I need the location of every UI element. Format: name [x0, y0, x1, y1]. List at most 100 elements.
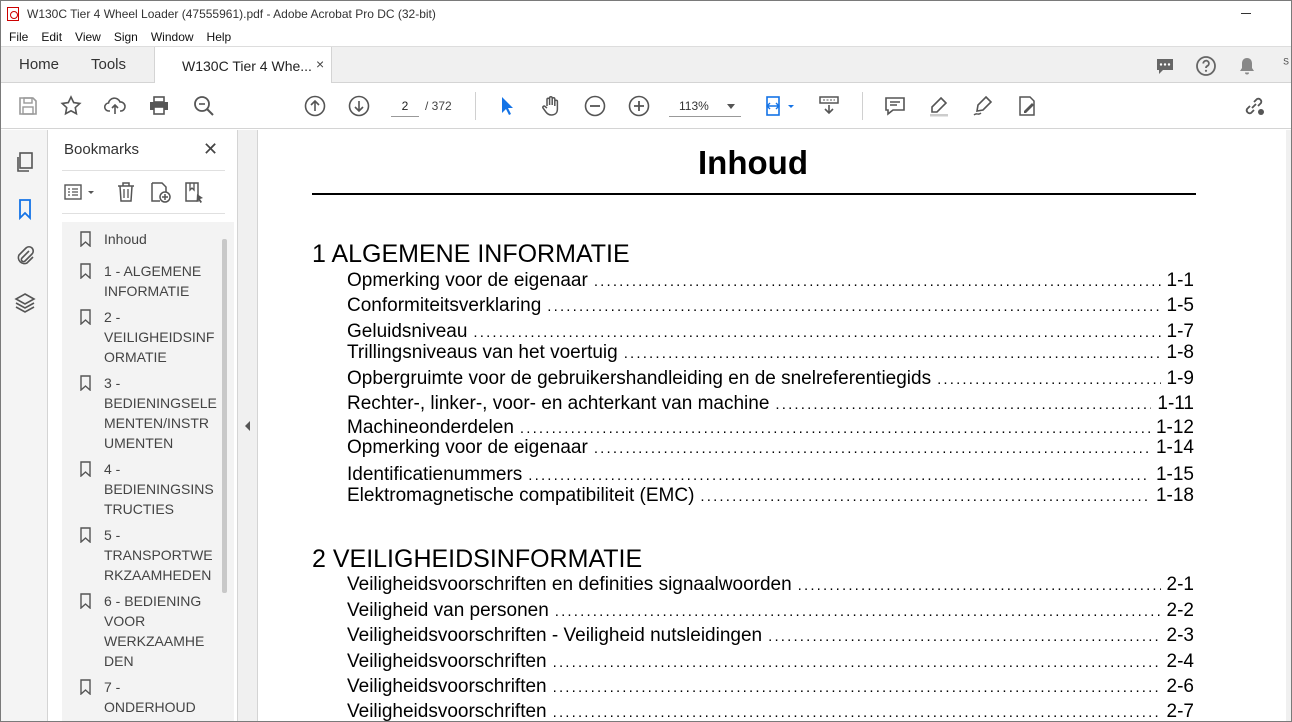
toc-entry-page: 1-18	[1155, 485, 1194, 506]
bookmark-label: 2 - VEILIGHEIDSINF ORMATIE	[104, 309, 215, 365]
bookmark-label: Inhoud	[104, 231, 147, 247]
toc-entry-page: 1-11	[1157, 393, 1194, 414]
tab-tools[interactable]: Tools	[91, 47, 126, 83]
toc-entry[interactable]: Rechter-, linker-, voor- en achterkant v…	[347, 393, 1194, 415]
menu-sign[interactable]: Sign	[114, 30, 138, 44]
bookmark-label: 6 - BEDIENING VOOR WERKZAAMHE DEN	[104, 593, 205, 669]
next-page-icon[interactable]	[347, 94, 371, 118]
toc-entry-title: Elektromagnetische compatibiliteit (EMC)	[347, 485, 695, 506]
star-bookmark-icon[interactable]	[59, 94, 83, 118]
toc-entry-title: Veiligheidsvoorschriften	[347, 651, 547, 672]
bookmarks-panel-icon[interactable]	[13, 197, 37, 221]
toc-entry-page: 2-7	[1166, 701, 1194, 722]
tab-close-button[interactable]: ×	[316, 56, 324, 72]
bookmark-label: 4 - BEDIENINGSINS TRUCTIES	[104, 461, 214, 517]
zoom-level-value: 113%	[679, 99, 709, 113]
sign-in-icon[interactable]: S	[1281, 55, 1291, 77]
toc-entry[interactable]: Machineonderdelen 1-12	[347, 417, 1194, 439]
toc-entry-title: Opbergruimte voor de gebruikershandleidi…	[347, 368, 932, 389]
zoom-in-icon[interactable]	[627, 94, 651, 118]
notifications-bell-icon[interactable]	[1236, 55, 1258, 77]
toc-leader-dots	[594, 437, 1150, 459]
toc-entry[interactable]: Veiligheid van personen 2-2	[347, 600, 1194, 622]
upload-share-icon[interactable]	[103, 94, 127, 118]
tab-bar: Home Tools W130C Tier 4 Whe... × S	[1, 46, 1291, 84]
collapse-arrow-icon	[245, 421, 250, 431]
page-fit-icon[interactable]	[763, 94, 797, 118]
zoom-out-icon[interactable]	[583, 94, 607, 118]
toc-entry[interactable]: Elektromagnetische compatibiliteit (EMC)…	[347, 485, 1194, 507]
toc-entry-title: Veiligheidsvoorschriften	[347, 701, 547, 722]
toc-leader-dots	[594, 270, 1161, 292]
bookmark-options-icon[interactable]	[62, 180, 98, 204]
toc-entry[interactable]: Veiligheidsvoorschriften 2-4	[347, 651, 1194, 673]
toc-entry[interactable]: Veiligheidsvoorschriften en definities s…	[347, 574, 1194, 596]
select-cursor-icon[interactable]	[495, 94, 519, 118]
bookmark-label: 7 - ONDERHOUD	[104, 679, 196, 715]
tab-home[interactable]: Home	[19, 47, 59, 83]
bookmark-ribbon-icon	[80, 375, 91, 391]
fill-sign-icon[interactable]	[1015, 94, 1039, 118]
toc-entry[interactable]: Conformiteitsverklaring 1-5	[347, 295, 1194, 317]
toc-entry[interactable]: Trillingsniveaus van het voertuig 1-8	[347, 342, 1194, 364]
bookmark-ribbon-icon	[80, 263, 91, 279]
previous-page-icon[interactable]	[303, 94, 327, 118]
title-rule	[312, 193, 1196, 195]
acrobat-app-icon	[7, 7, 19, 21]
menu-window[interactable]: Window	[151, 30, 194, 44]
find-bookmark-icon[interactable]	[182, 180, 206, 204]
toc-entry[interactable]: Opbergruimte voor de gebruikershandleidi…	[347, 368, 1194, 390]
toc-entry-page: 1-12	[1155, 417, 1194, 438]
bookmarks-scrollbar[interactable]	[222, 239, 227, 593]
toc-entry-page: 2-1	[1166, 574, 1194, 595]
draw-signature-icon[interactable]	[971, 94, 995, 118]
hand-tool-icon[interactable]	[539, 94, 563, 118]
toolbar-divider	[862, 92, 863, 120]
print-icon[interactable]	[147, 94, 171, 118]
zoom-search-icon[interactable]	[192, 94, 216, 118]
menu-help[interactable]: Help	[207, 30, 232, 44]
save-icon[interactable]	[16, 94, 40, 118]
menu-file[interactable]: File	[9, 30, 28, 44]
toc-entry-title: Veiligheid van personen	[347, 600, 549, 621]
highlight-pen-icon[interactable]	[927, 94, 951, 118]
comment-bubble-icon[interactable]	[1154, 55, 1176, 77]
toc-leader-dots	[775, 393, 1151, 415]
bookmark-ribbon-icon	[80, 461, 91, 477]
page-number-input[interactable]	[391, 95, 419, 117]
new-bookmark-icon[interactable]	[148, 180, 172, 204]
tab-document[interactable]: W130C Tier 4 Whe... ×	[154, 47, 332, 84]
toc-entry[interactable]: Opmerking voor de eigenaar 1-14	[347, 437, 1194, 459]
toc-entry[interactable]: Veiligheidsvoorschriften - Veiligheid nu…	[347, 625, 1194, 647]
document-scrollbar[interactable]	[1286, 130, 1291, 721]
menu-edit[interactable]: Edit	[41, 30, 62, 44]
attachments-paperclip-icon[interactable]	[13, 244, 37, 268]
toc-entry[interactable]: Veiligheidsvoorschriften 2-6	[347, 676, 1194, 698]
close-bookmarks-button[interactable]: ✕	[203, 139, 218, 160]
toc-entry[interactable]: Geluidsniveau 1-7	[347, 321, 1194, 343]
zoom-level-dropdown[interactable]: 113%	[669, 95, 741, 117]
menu-view[interactable]: View	[75, 30, 101, 44]
toc-entry-page: 1-7	[1166, 321, 1194, 342]
help-icon[interactable]	[1195, 55, 1217, 77]
toc-entry-page: 2-6	[1166, 676, 1194, 697]
bookmark-ribbon-icon	[80, 527, 91, 543]
add-comment-icon[interactable]	[883, 94, 907, 118]
toc-entry-page: 1-8	[1166, 342, 1194, 363]
toc-entry-title: Geluidsniveau	[347, 321, 468, 342]
toc-leader-dots	[520, 417, 1150, 439]
delete-bookmark-icon[interactable]	[114, 180, 138, 204]
document-title: Inhoud	[698, 144, 808, 181]
bookmarks-header: Bookmarks	[64, 141, 140, 158]
minimize-button[interactable]	[1239, 5, 1255, 21]
toc-entry[interactable]: Veiligheidsvoorschriften 2-7	[347, 701, 1194, 722]
scroll-mode-icon[interactable]	[817, 94, 841, 118]
toc-entry-title: Veiligheidsvoorschriften en definities s…	[347, 574, 792, 595]
toc-entry[interactable]: Opmerking voor de eigenaar 1-1	[347, 270, 1194, 292]
toc-entry[interactable]: Identificatienummers 1-15	[347, 464, 1194, 486]
share-link-icon[interactable]	[1242, 94, 1266, 118]
panel-collapse-handle[interactable]	[238, 130, 258, 721]
layers-icon[interactable]	[13, 291, 37, 315]
toolbar-divider	[475, 92, 476, 120]
page-thumbnails-icon[interactable]	[13, 150, 37, 174]
